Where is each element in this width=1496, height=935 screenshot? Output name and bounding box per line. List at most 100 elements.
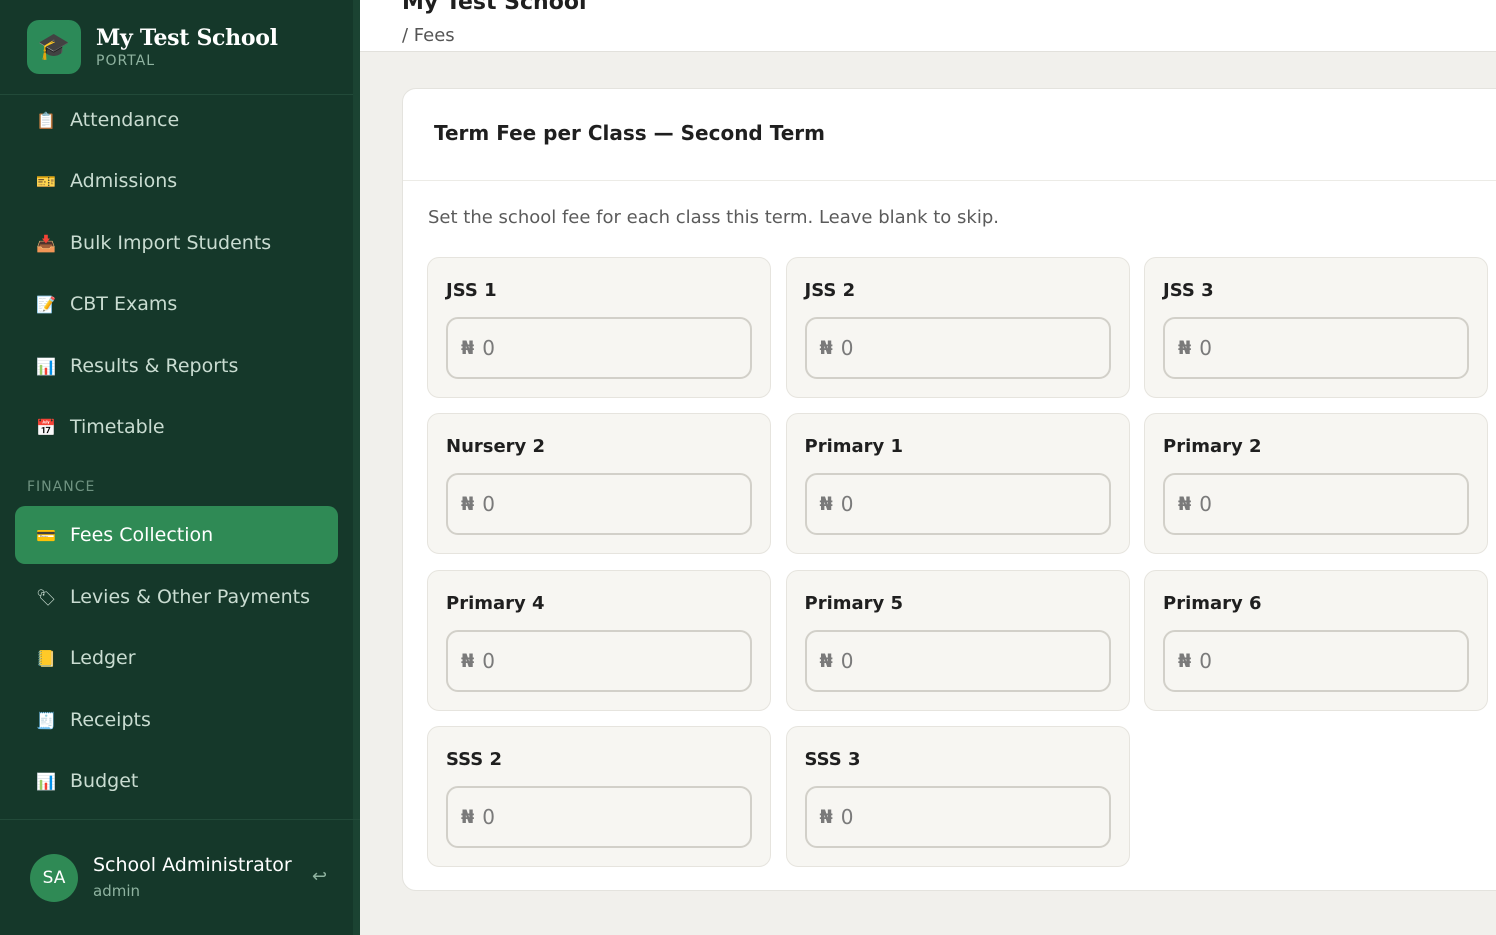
class-label: JSS 2 <box>804 280 856 301</box>
fee-class-card: Primary 6 ₦ <box>1144 569 1488 711</box>
fee-amount-input[interactable] <box>1199 492 1440 517</box>
fee-class-card: JSS 2 ₦ <box>785 257 1130 398</box>
sidebar-item-cbt-exams[interactable]: 📝 CBT Exams <box>15 275 338 333</box>
user-name: School Administrator <box>93 854 292 876</box>
naira-currency-icon: ₦ <box>819 805 833 828</box>
card-title: Term Fee per Class — Second Term <box>434 121 825 145</box>
section-label-finance: FINANCE <box>27 479 96 495</box>
sidebar-item-bulk-import[interactable]: 📥 Bulk Import Students <box>15 214 338 272</box>
sidebar-item-timetable[interactable]: 📅 Timetable <box>15 398 338 456</box>
naira-currency-icon: ₦ <box>819 649 833 672</box>
fee-amount-input[interactable] <box>840 804 1081 829</box>
receipt-icon: 🧾 <box>36 710 56 730</box>
naira-currency-icon: ₦ <box>461 337 475 359</box>
fee-input-field[interactable]: ₦ <box>446 629 752 692</box>
fee-amount-input[interactable] <box>482 648 723 673</box>
tag-icon: 🏷 <box>35 587 57 607</box>
fee-amount-input[interactable] <box>482 492 723 517</box>
graduation-cap-icon: 🎓 <box>27 20 81 74</box>
credit-card-icon: 💳 <box>36 525 56 545</box>
brand[interactable]: 🎓 My Test School PORTAL <box>0 0 360 95</box>
ledger-icon: 📒 <box>36 648 56 668</box>
fee-input-field[interactable]: ₦ <box>1163 629 1469 692</box>
fee-class-card: JSS 3 ₦ <box>1144 257 1488 398</box>
page-title: My Test School <box>402 0 587 15</box>
naira-currency-icon: ₦ <box>1178 337 1192 359</box>
class-label: Primary 1 <box>804 436 904 458</box>
user-panel: SA School Administrator admin ↩ <box>0 819 360 935</box>
fee-class-card: Primary 4 ₦ <box>427 569 771 711</box>
sidebar-item-ledger[interactable]: 📒 Ledger <box>15 629 338 687</box>
class-label: JSS 1 <box>446 280 497 301</box>
fee-class-card: JSS 1 ₦ <box>427 257 771 398</box>
fee-input-field[interactable]: ₦ <box>804 629 1111 692</box>
fee-amount-input[interactable] <box>840 492 1081 517</box>
fee-input-field[interactable]: ₦ <box>804 785 1111 848</box>
sidebar-item-label: Receipts <box>70 709 151 731</box>
term-fee-card: Term Fee per Class — Second Term Set the… <box>402 88 1496 891</box>
class-label: Nursery 2 <box>446 436 546 458</box>
fee-amount-input[interactable] <box>482 804 723 829</box>
sidebar-item-attendance[interactable]: 📋 Attendance <box>15 91 338 149</box>
sidebar-item-label: Budget <box>70 770 139 792</box>
sidebar: 🎓 My Test School PORTAL 📋 Attendance 🎫 A… <box>0 0 360 935</box>
fee-amount-input[interactable] <box>840 648 1081 673</box>
fee-input-field[interactable]: ₦ <box>446 785 752 848</box>
sidebar-item-admissions[interactable]: 🎫 Admissions <box>15 152 338 210</box>
sidebar-item-label: Ledger <box>70 647 136 669</box>
naira-currency-icon: ₦ <box>819 493 833 516</box>
fee-input-field[interactable]: ₦ <box>446 473 752 536</box>
fee-input-field[interactable]: ₦ <box>804 473 1111 536</box>
sidebar-item-label: Levies & Other Payments <box>70 586 311 608</box>
fee-class-card: SSS 3 ₦ <box>785 725 1130 867</box>
naira-currency-icon: ₦ <box>1178 493 1192 516</box>
fee-input-field[interactable]: ₦ <box>804 317 1111 379</box>
naira-currency-icon: ₦ <box>461 805 475 828</box>
clipboard-icon: 📋 <box>36 110 56 130</box>
calendar-icon: 📅 <box>36 417 56 437</box>
portal-label: PORTAL <box>96 53 156 69</box>
class-label: Primary 2 <box>1163 436 1262 458</box>
fee-amount-input[interactable] <box>840 336 1081 360</box>
fee-input-field[interactable]: ₦ <box>446 317 752 379</box>
user-role: admin <box>93 882 140 900</box>
sidebar-item-fees-collection[interactable]: 💳 Fees Collection <box>15 506 338 564</box>
top-bar: My Test School / Fees <box>360 0 1496 52</box>
naira-currency-icon: ₦ <box>461 649 475 672</box>
logout-icon[interactable]: ↩ <box>312 866 327 887</box>
class-label: Primary 5 <box>804 592 904 614</box>
sidebar-item-label: Bulk Import Students <box>70 232 272 254</box>
card-header: Term Fee per Class — Second Term <box>403 89 1496 181</box>
sidebar-item-label: Attendance <box>70 109 180 131</box>
fee-input-field[interactable]: ₦ <box>1163 473 1469 536</box>
fee-class-card: SSS 2 ₦ <box>427 725 771 867</box>
class-label: JSS 3 <box>1163 280 1214 301</box>
class-label: SSS 3 <box>804 748 861 770</box>
fee-class-card: Primary 1 ₦ <box>785 413 1130 555</box>
avatar[interactable]: SA <box>30 854 78 902</box>
sidebar-item-label: Timetable <box>70 416 165 438</box>
memo-icon: 📝 <box>36 294 56 314</box>
class-label: Primary 6 <box>1163 592 1262 614</box>
fee-class-card: Nursery 2 ₦ <box>427 413 771 555</box>
ticket-icon: 🎫 <box>36 171 56 191</box>
sidebar-scrollbar[interactable] <box>353 0 360 935</box>
sidebar-item-receipts[interactable]: 🧾 Receipts <box>15 691 338 749</box>
bar-chart-icon: 📊 <box>36 771 56 791</box>
card-description: Set the school fee for each class this t… <box>428 207 999 228</box>
fee-amount-input[interactable] <box>1199 336 1440 360</box>
fee-amount-input[interactable] <box>1199 648 1440 673</box>
class-label: SSS 2 <box>446 748 503 770</box>
sidebar-item-levies[interactable]: 🏷 Levies & Other Payments <box>15 568 338 626</box>
inbox-tray-icon: 📥 <box>36 233 56 253</box>
naira-currency-icon: ₦ <box>461 493 475 516</box>
sidebar-item-budget[interactable]: 📊 Budget <box>15 752 338 810</box>
fee-amount-input[interactable] <box>482 336 723 360</box>
fee-class-card: Primary 5 ₦ <box>785 569 1130 711</box>
naira-currency-icon: ₦ <box>1178 649 1192 672</box>
sidebar-item-results[interactable]: 📊 Results & Reports <box>15 337 338 395</box>
breadcrumb: / Fees <box>402 25 455 46</box>
fee-input-field[interactable]: ₦ <box>1163 317 1469 379</box>
naira-currency-icon: ₦ <box>819 337 833 359</box>
bar-chart-icon: 📊 <box>36 356 56 376</box>
